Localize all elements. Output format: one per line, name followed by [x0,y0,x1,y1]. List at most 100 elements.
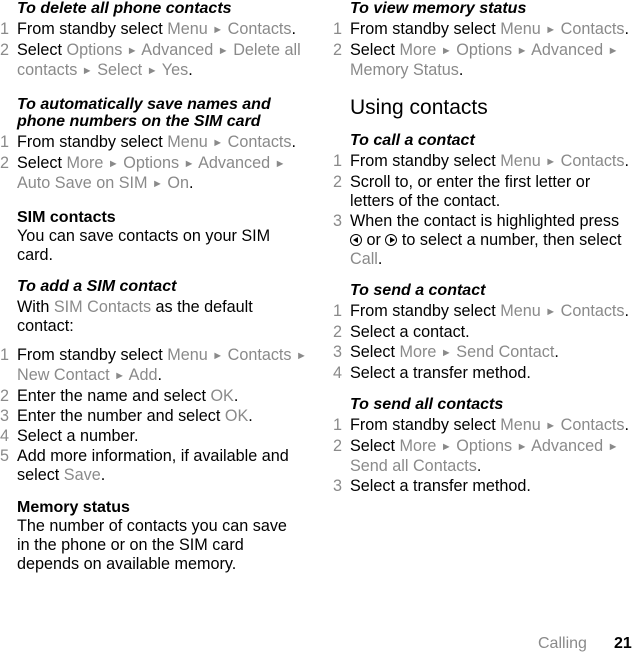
nav-right-key-icon [385,234,398,246]
arrow-icon: ► [607,45,619,57]
step: 4 Select a number. [0,427,139,445]
menu-item: Options [456,41,513,59]
footer-section-name: Calling [538,635,587,652]
menu-item: More [66,154,104,172]
step: 2 Enter the name and select OK. [0,387,239,405]
menu-item: Contacts [227,20,292,38]
menu-item: Contacts [560,416,625,434]
step-number: 1 [333,416,343,434]
menu-item: Menu [167,133,208,151]
step: 3 Select a transfer method. [333,477,531,495]
nav-left-key-icon [350,234,362,246]
procedure-title: To send all contacts [350,396,504,413]
arrow-icon: ► [212,24,224,36]
step-number: 2 [333,437,343,455]
step-number: 4 [333,364,343,382]
arrow-icon: ► [126,45,138,57]
arrow-icon: ► [274,158,286,170]
menu-item: Options [456,437,513,455]
step: 1 From standby select Menu ► Contacts. [0,133,297,151]
arrow-icon: ► [607,441,619,453]
menu-item: Contacts [560,20,625,38]
subheading: Memory status [17,499,130,516]
right-column: To view memory status 1 From standby sele… [333,0,633,497]
menu-item: New Contact [17,366,110,384]
arrow-icon: ► [151,178,163,190]
menu-item: Menu [500,302,541,320]
procedure-title: To send a contact [350,282,486,299]
menu-item: Add [128,366,158,384]
menu-item: Yes [161,61,189,79]
menu-item: OK [224,407,249,425]
menu-item: Menu [500,20,541,38]
arrow-icon: ► [212,350,224,362]
menu-item: Send all Contacts [350,457,477,475]
step-number: 2 [0,154,10,172]
step: 2 Select More ► Options ► Advanced ► Auto… [0,154,286,192]
menu-item: Menu [167,20,208,38]
arrow-icon: ► [212,137,224,149]
menu-item: Menu [500,152,541,170]
step-number: 3 [333,343,343,361]
arrow-icon: ► [545,24,557,36]
step: 3 When the contact is highlighted press o… [333,212,622,268]
arrow-icon: ► [545,306,557,318]
paragraph: You can save contacts on your SIM card. [17,227,271,264]
step-number: 5 [0,447,10,465]
step-number: 3 [0,407,10,425]
menu-item: Call [350,250,378,268]
left-column: To delete all phone contacts 1 From stand… [0,0,310,574]
send-contact-procedure: To send a contact 1 From standby select M… [333,282,633,383]
step: 4 Select a transfer method. [333,364,531,382]
menu-item: Advanced [531,437,604,455]
step: 2 Select More ► Options ► Advanced ► Memo… [333,41,619,79]
arrow-icon: ► [516,45,528,57]
menu-item: More [399,437,437,455]
menu-item: Contacts [227,346,292,364]
menu-item: Auto Save on SIM [17,174,148,192]
menu-item: Advanced [531,41,604,59]
step: 2 Select a contact. [333,323,470,341]
menu-item: Advanced [141,41,214,59]
arrow-icon: ► [217,45,229,57]
step-number: 4 [0,427,10,445]
menu-item: Contacts [560,152,625,170]
memory-status-section: Memory status The number of contacts you… [0,498,310,574]
menu-item: Options [66,41,123,59]
arrow-icon: ► [440,347,452,359]
paragraph: The number of contacts you can save in t… [17,517,287,573]
menu-item: Contacts [560,302,625,320]
arrow-icon: ► [545,156,557,168]
procedure-title: To view memory status [350,0,527,17]
step-number: 2 [0,387,10,405]
step-number: 1 [0,346,10,364]
arrow-icon: ► [183,158,195,170]
step-number: 1 [333,302,343,320]
menu-item: More [399,343,437,361]
delete-all-procedure: To delete all phone contacts 1 From stand… [0,0,310,81]
send-all-contacts-procedure: To send all contacts 1 From standby selec… [333,396,633,496]
step: 1 From standby select Menu ► Contacts. [333,302,630,320]
step: 1 From standby select Menu ► Contacts. [333,152,630,170]
step: 2 Scroll to, or enter the first letter or… [333,173,591,210]
menu-item: Send Contact [456,343,555,361]
step: 1 From standby select Menu ► Contacts ► N… [0,346,307,384]
step-number: 3 [333,212,343,230]
procedure-title: To add a SIM contact [17,278,177,295]
step-number: 1 [0,20,10,38]
menu-item: Memory Status [350,61,459,79]
menu-item: Select [97,61,143,79]
procedure-title: To automatically save names and phone nu… [17,96,271,130]
procedure-title: To delete all phone contacts [17,0,232,17]
menu-item: More [399,41,437,59]
step: 3 Enter the number and select OK. [0,407,253,425]
menu-item: Menu [167,346,208,364]
step: 1 From standby select Menu ► Contacts. [0,20,297,38]
step: 5 Add more information, if available and … [0,447,289,484]
sim-contacts-section: SIM contacts You can save contacts on yo… [0,208,310,265]
procedure-title: To call a contact [350,132,475,149]
arrow-icon: ► [146,65,158,77]
arrow-icon: ► [81,65,93,77]
menu-item: Options [123,154,180,172]
step: 1 From standby select Menu ► Contacts. [333,20,630,38]
